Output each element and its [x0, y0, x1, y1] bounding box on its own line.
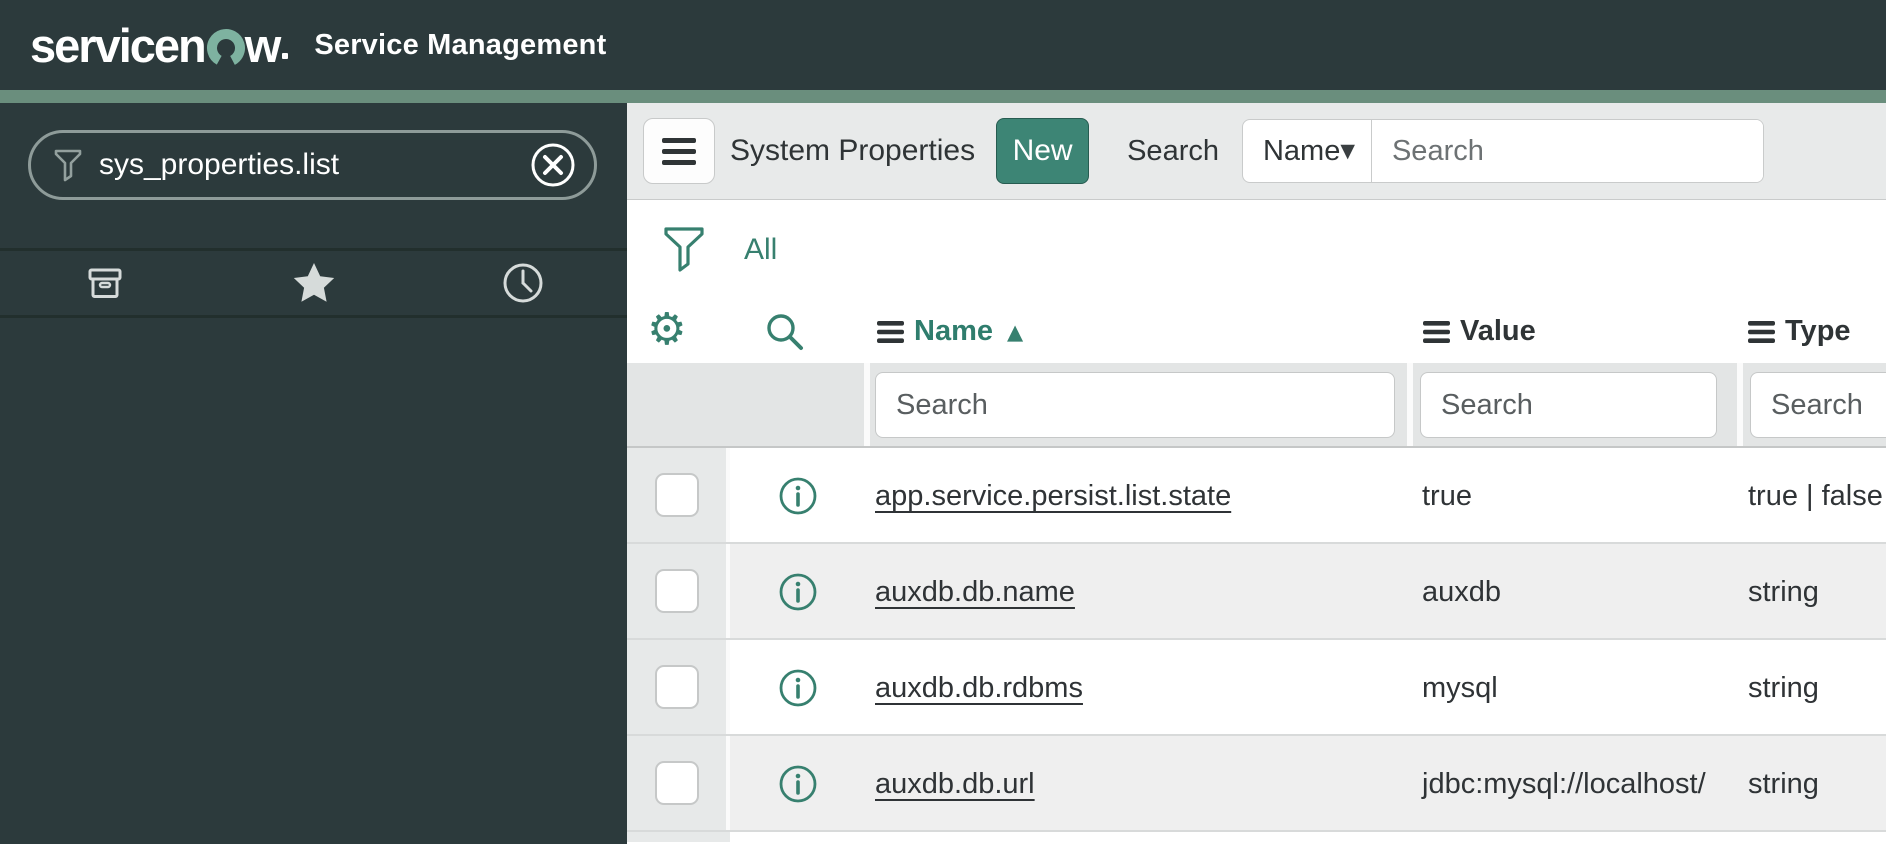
column-separator: [864, 363, 870, 446]
name-column-search-input[interactable]: [875, 372, 1395, 438]
filter-funnel-icon: [54, 149, 82, 182]
type-column-search-input[interactable]: [1750, 372, 1886, 438]
search-field-select[interactable]: Name ▼: [1243, 120, 1372, 182]
list-search-icon[interactable]: [764, 311, 806, 353]
table-row: app.service.persist.list.state true true…: [627, 448, 1886, 544]
navigator-filter-input[interactable]: [99, 148, 530, 182]
product-name: Service Management: [314, 28, 607, 61]
property-name-link[interactable]: auxdb.db.rdbms: [875, 672, 1083, 705]
type-cell: string: [1748, 768, 1819, 800]
chevron-down-icon: ▼: [1340, 140, 1355, 162]
logo-text-prefix: servicen: [30, 18, 207, 72]
row-checkbox[interactable]: [655, 761, 699, 805]
servicenow-logo: servicen w: [30, 18, 289, 73]
new-button[interactable]: New: [996, 118, 1090, 184]
column-menu-icon: [877, 320, 904, 343]
list-search-combo: Name ▼: [1241, 119, 1764, 183]
tab-history[interactable]: [418, 261, 627, 305]
column-header-type[interactable]: Type: [1748, 300, 1851, 363]
list-context-menu-button[interactable]: [643, 118, 715, 184]
logo-o-ring-icon: [206, 29, 245, 67]
value-cell: mysql: [1422, 672, 1498, 704]
navigator-filter-field[interactable]: [28, 130, 597, 200]
star-icon: [293, 263, 334, 302]
table-row: auxdb.db.name auxdb string: [627, 544, 1886, 640]
property-name-link[interactable]: auxdb.db.url: [875, 768, 1035, 801]
checkbox-column: [627, 832, 730, 842]
list-title-bar: System Properties New Search Name ▼: [627, 103, 1886, 200]
value-column-search-input[interactable]: [1420, 372, 1717, 438]
column-header-name[interactable]: Name ▲: [877, 300, 1023, 363]
list-filter-funnel-icon[interactable]: [663, 225, 705, 275]
property-name-link[interactable]: auxdb.db.name: [875, 576, 1075, 609]
type-cell: string: [1748, 672, 1819, 704]
brand-accent-strip: [0, 90, 1886, 103]
property-name-link[interactable]: app.service.persist.list.state: [875, 480, 1231, 513]
column-header-row: ⚙ Name ▲ Value Type: [627, 300, 1886, 363]
gear-icon[interactable]: ⚙: [647, 302, 686, 358]
column-separator: [1737, 363, 1743, 446]
column-header-value[interactable]: Value: [1423, 300, 1536, 363]
table-row: auxdb.db.url jdbc:mysql://localhost/ str…: [627, 736, 1886, 832]
trademark-mark: [282, 52, 289, 59]
info-icon[interactable]: [778, 668, 818, 708]
top-banner: servicen w Service Management: [0, 0, 1886, 90]
next-row-edge: [627, 832, 1886, 842]
application-navigator-sidebar: [0, 103, 627, 844]
table-row: auxdb.db.rdbms mysql string: [627, 640, 1886, 736]
archive-icon: [88, 268, 121, 298]
clock-icon: [503, 263, 542, 303]
row-checkbox[interactable]: [655, 665, 699, 709]
logo-text-suffix: w: [244, 18, 282, 72]
type-cell: true | false: [1748, 480, 1883, 512]
value-cell: auxdb: [1422, 576, 1502, 608]
row-checkbox[interactable]: [655, 473, 699, 517]
column-search-row: [627, 363, 1886, 448]
column-menu-icon: [1748, 320, 1775, 343]
clear-filter-icon[interactable]: [530, 142, 576, 188]
info-icon[interactable]: [778, 476, 818, 516]
navigator-tabs: [0, 248, 627, 318]
page-title: System Properties: [730, 134, 976, 167]
sort-ascending-icon: ▲: [1007, 319, 1024, 344]
value-cell: jdbc:mysql://localhost/: [1422, 768, 1706, 800]
search-field-selected: Name: [1262, 134, 1341, 167]
servicenow-app: servicen w Service Management sys_proper…: [0, 0, 1886, 844]
hamburger-icon: [662, 137, 696, 143]
filter-condition-all[interactable]: All: [744, 233, 777, 267]
list-search-input[interactable]: [1371, 120, 1763, 182]
info-icon[interactable]: [778, 764, 818, 804]
column-menu-icon: [1423, 320, 1450, 343]
column-separator: [1407, 363, 1413, 446]
tab-all-applications[interactable]: [0, 262, 209, 304]
search-label: Search: [1127, 134, 1219, 167]
list-view: System Properties New Search Name ▼ All: [627, 103, 1886, 844]
tab-favorites[interactable]: [209, 261, 418, 305]
value-cell: true: [1422, 480, 1472, 512]
type-cell: string: [1748, 576, 1819, 608]
filter-breadcrumb-row: All: [627, 200, 1886, 300]
row-checkbox[interactable]: [655, 569, 699, 613]
info-icon[interactable]: [778, 572, 818, 612]
